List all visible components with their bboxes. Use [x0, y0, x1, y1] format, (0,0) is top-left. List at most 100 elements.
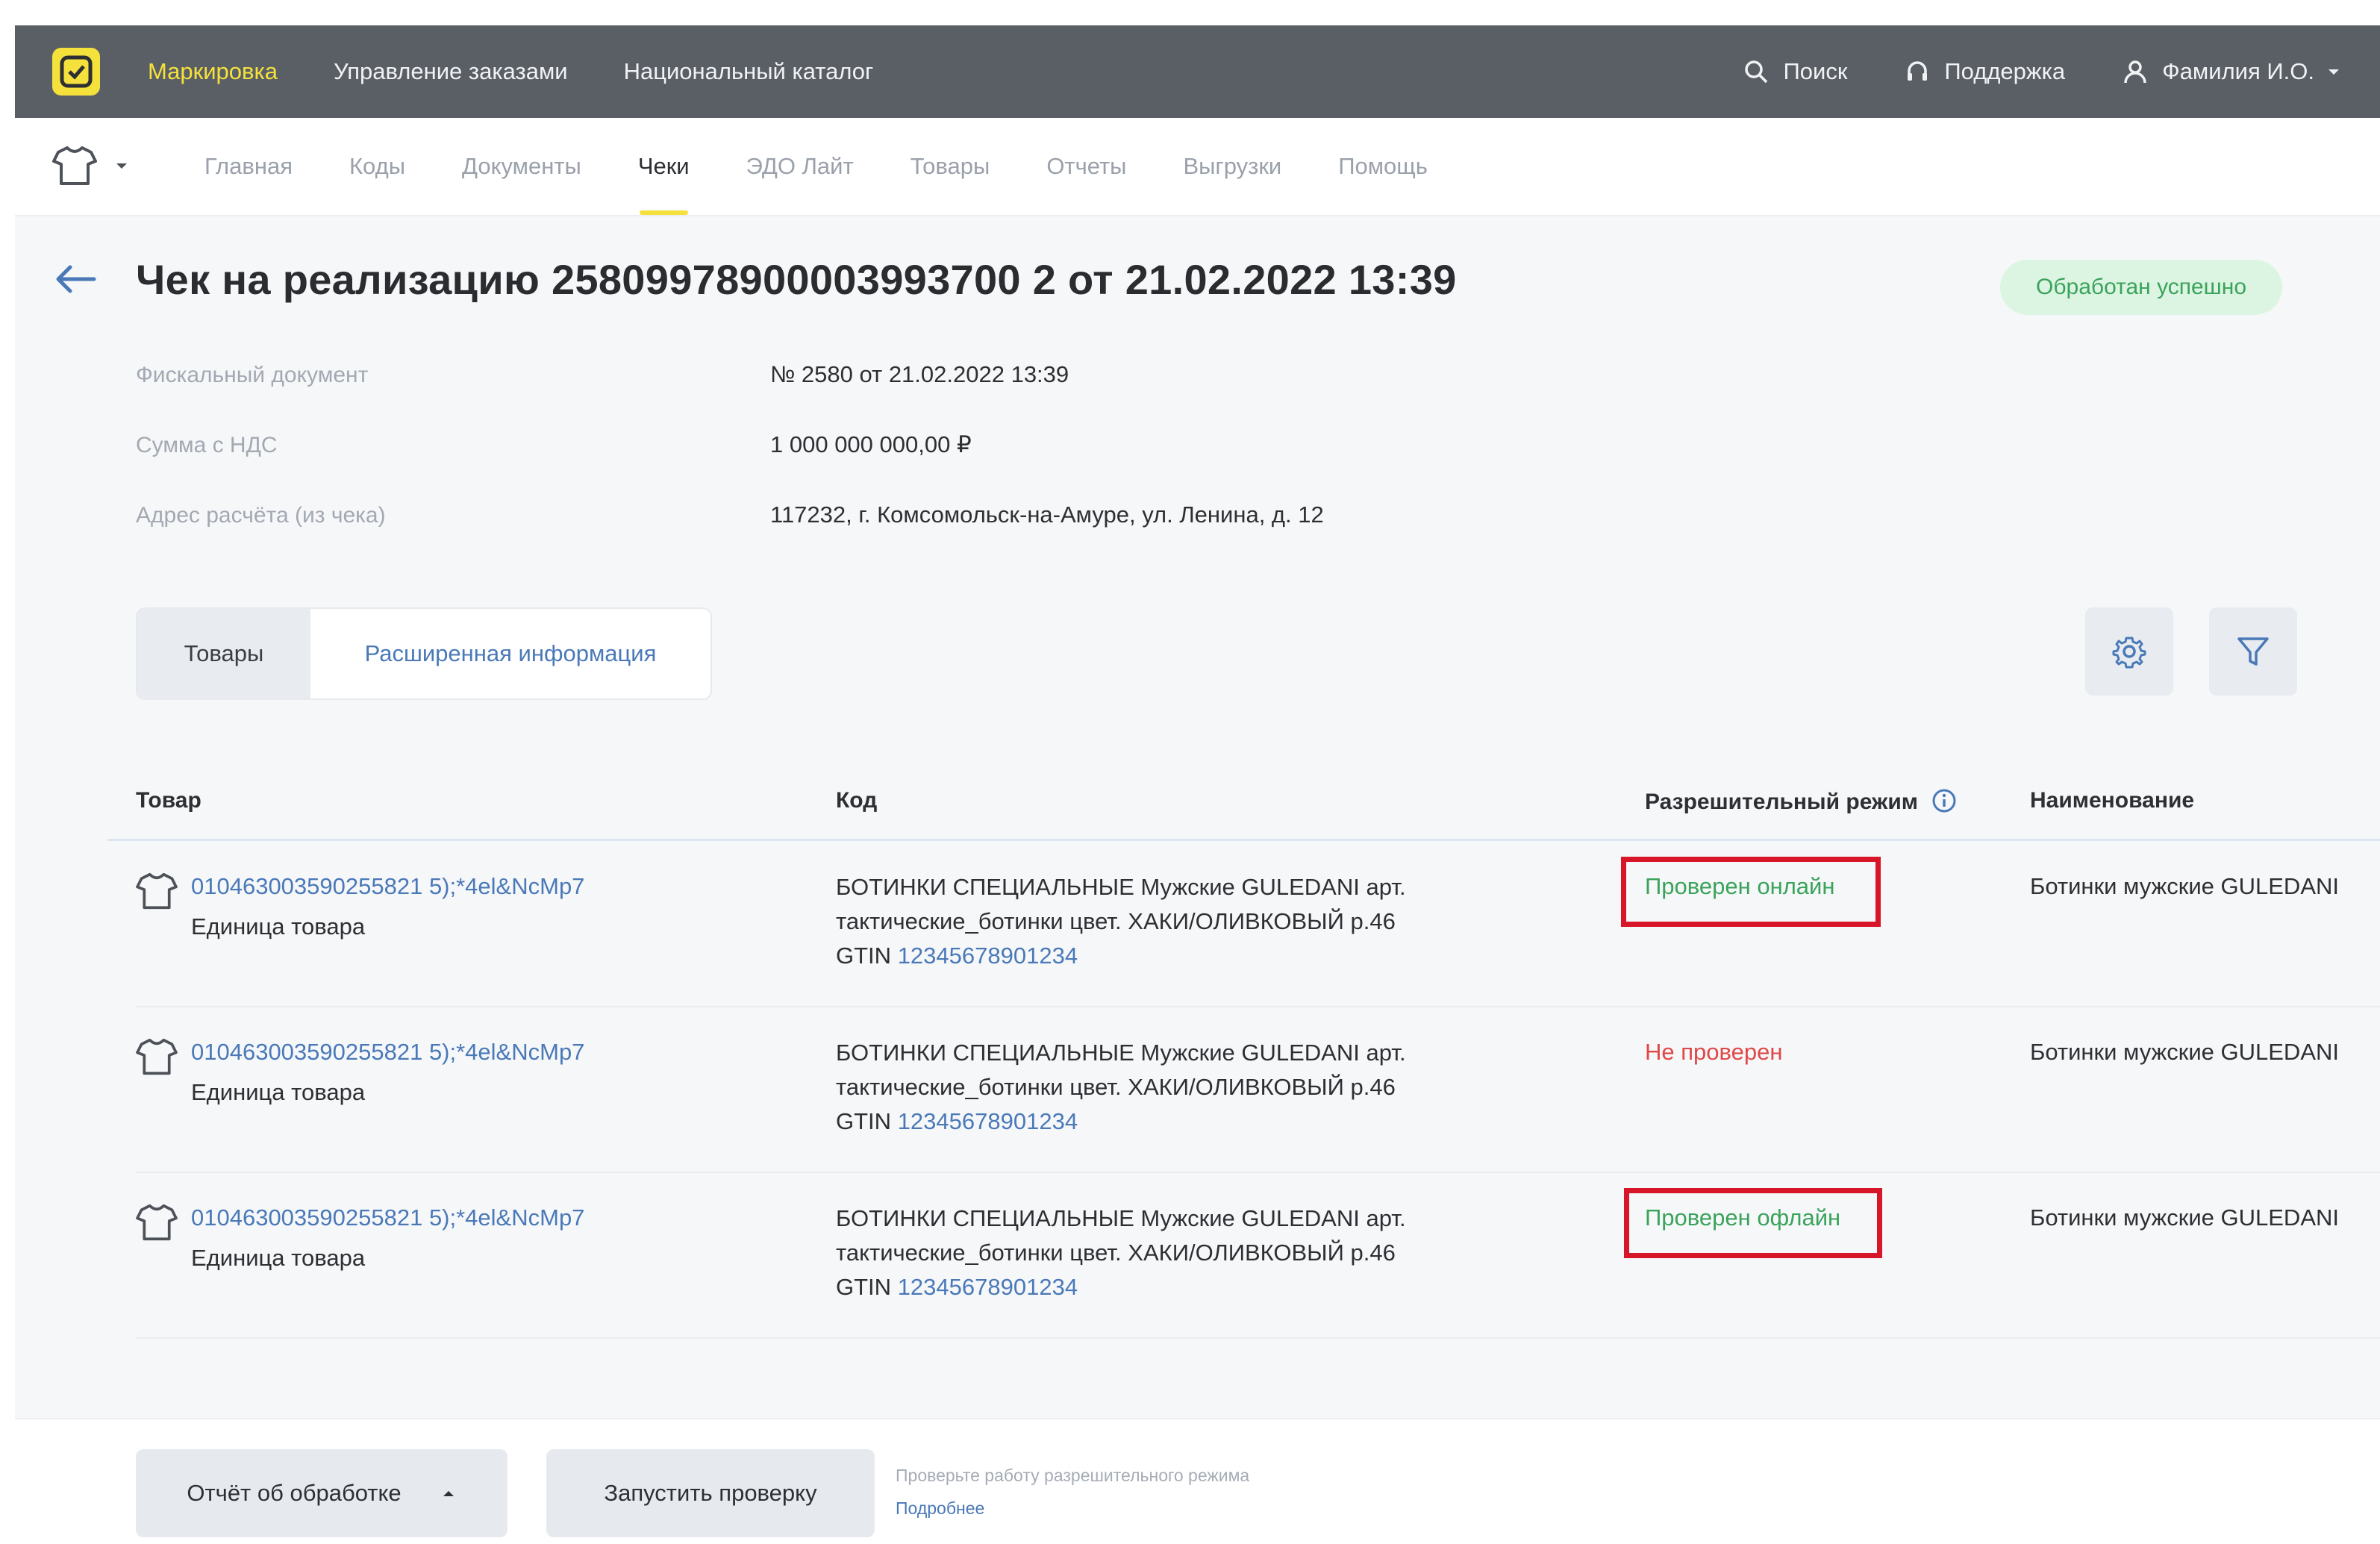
- product-name: Ботинки мужские GULEDANI: [2030, 1039, 2339, 1065]
- code-link[interactable]: 010463003590255821 5);*4el&NcMp7: [191, 873, 584, 900]
- headset-icon: [1908, 61, 1928, 81]
- support-label: Поддержка: [1944, 58, 2066, 84]
- user-icon: [2124, 60, 2146, 84]
- settings-button[interactable]: [2085, 607, 2173, 696]
- info-icon[interactable]: [1931, 788, 1957, 813]
- tab-documents[interactable]: Документы: [462, 118, 581, 215]
- col-header-permit: Разрешительный режим: [1645, 788, 1957, 815]
- desc-line-1: БОТИНКИ СПЕЦИАЛЬНЫЕ Мужские GULEDANI арт…: [836, 1205, 1406, 1231]
- col-header-product: Товар: [136, 788, 202, 813]
- product-description: БОТИНКИ СПЕЦИАЛЬНЫЕ Мужские GULEDANI арт…: [836, 1036, 1406, 1139]
- top-actions: Поиск Поддержка Фамилия И.О.: [1686, 25, 2343, 118]
- header-divider: [107, 839, 2380, 841]
- sum-value: 1 000 000 000,00 ₽: [770, 431, 972, 457]
- product-group-selector[interactable]: [52, 145, 130, 187]
- row-divider: [136, 1006, 2380, 1007]
- report-dropdown-button[interactable]: Отчёт об обработке: [136, 1449, 507, 1537]
- gear-icon: [2112, 637, 2146, 669]
- section-tabs: Главная Коды Документы Чеки ЭДО Лайт Тов…: [204, 118, 1484, 215]
- sum-label: Сумма с НДС: [136, 433, 278, 457]
- desc-line-2: тактические_ботинки цвет. ХАКИ/ОЛИВКОВЫЙ…: [836, 908, 1396, 934]
- bottom-action-bar: Отчёт об обработке Запустить проверку Пр…: [15, 1418, 2380, 1544]
- user-menu[interactable]: Фамилия И.О.: [2122, 58, 2343, 85]
- unit-label: Единица товара: [191, 1245, 366, 1271]
- unit-label: Единица товара: [191, 1079, 366, 1105]
- app-logo[interactable]: [52, 48, 100, 96]
- highlight-box: [1624, 1188, 1882, 1258]
- support-button[interactable]: Поддержка: [1904, 58, 2065, 85]
- tab-codes[interactable]: Коды: [349, 118, 405, 215]
- gtin-label: GTIN: [836, 1274, 892, 1300]
- row-divider: [136, 1172, 2380, 1173]
- run-check-button[interactable]: Запустить проверку: [546, 1449, 875, 1537]
- shirt-icon: [136, 1204, 178, 1241]
- shirt-icon: [136, 1038, 178, 1075]
- address-value: 117232, г. Комсомольск-на-Амуре, ул. Лен…: [770, 501, 1324, 528]
- address-label: Адрес расчёта (из чека): [136, 503, 386, 528]
- product-description: БОТИНКИ СПЕЦИАЛЬНЫЕ Мужские GULEDANI арт…: [836, 1201, 1406, 1304]
- status-badge: Обработан успешно: [2000, 260, 2282, 315]
- fiscal-label: Фискальный документ: [136, 363, 369, 387]
- top-nav-orders[interactable]: Управление заказами: [334, 58, 568, 85]
- filter-icon: [2237, 637, 2269, 666]
- top-bar: Маркировка Управление заказами Националь…: [15, 25, 2380, 118]
- permit-status: Не проверен: [1645, 1039, 1783, 1065]
- tab-receipts[interactable]: Чеки: [638, 118, 690, 215]
- top-nav-marking[interactable]: Маркировка: [148, 58, 278, 85]
- page-title: Чек на реализацию 25809978900003993700 2…: [136, 256, 1457, 303]
- arrow-left-icon: [56, 265, 96, 293]
- tab-goods[interactable]: Товары: [911, 118, 990, 215]
- tab-help[interactable]: Помощь: [1338, 118, 1428, 215]
- highlight-box: [1621, 857, 1881, 927]
- gtin-line: GTIN 12345678901234: [836, 1270, 1406, 1304]
- col-header-permit-label: Разрешительный режим: [1645, 790, 1918, 814]
- chevron-down-icon: [116, 163, 127, 169]
- report-label: Отчёт об обработке: [187, 1480, 402, 1506]
- unit-label: Единица товара: [191, 913, 366, 940]
- code-link[interactable]: 010463003590255821 5);*4el&NcMp7: [191, 1204, 584, 1231]
- top-nav: Маркировка Управление заказами Националь…: [148, 25, 929, 118]
- search-button[interactable]: Поиск: [1743, 58, 1847, 85]
- fiscal-value: № 2580 от 21.02.2022 13:39: [770, 361, 1069, 387]
- tab-exports[interactable]: Выгрузки: [1183, 118, 1281, 215]
- product-name: Ботинки мужские GULEDANI: [2030, 873, 2339, 899]
- shirt-icon: [136, 872, 178, 910]
- tab-main[interactable]: Главная: [204, 118, 293, 215]
- gtin-link[interactable]: 12345678901234: [898, 1274, 1078, 1300]
- segment-extended-info[interactable]: Расширенная информация: [310, 609, 710, 698]
- user-name: Фамилия И.О.: [2162, 58, 2314, 84]
- filter-button[interactable]: [2209, 607, 2297, 696]
- search-icon: [1745, 60, 1768, 84]
- shirt-icon: [52, 146, 97, 185]
- gtin-line: GTIN 12345678901234: [836, 1104, 1406, 1139]
- product-name: Ботинки мужские GULEDANI: [2030, 1204, 2339, 1231]
- col-header-name: Наименование: [2030, 788, 2195, 813]
- tab-reports[interactable]: Отчеты: [1046, 118, 1126, 215]
- more-info-link[interactable]: Подробнее: [896, 1498, 984, 1519]
- back-button[interactable]: [52, 263, 97, 299]
- gtin-label: GTIN: [836, 1108, 892, 1134]
- desc-line-2: тактические_ботинки цвет. ХАКИ/ОЛИВКОВЫЙ…: [836, 1074, 1396, 1100]
- desc-line-1: БОТИНКИ СПЕЦИАЛЬНЫЕ Мужские GULEDANI арт…: [836, 1040, 1406, 1066]
- gtin-link[interactable]: 12345678901234: [898, 1108, 1078, 1134]
- chevron-down-icon: [2329, 69, 2339, 75]
- desc-line-1: БОТИНКИ СПЕЦИАЛЬНЫЕ Мужские GULEDANI арт…: [836, 874, 1406, 900]
- code-link[interactable]: 010463003590255821 5);*4el&NcMp7: [191, 1039, 584, 1066]
- logo-icon: [60, 55, 93, 88]
- detail-tabs: Товары Расширенная информация: [136, 607, 712, 700]
- gtin-label: GTIN: [836, 943, 892, 969]
- section-nav: Главная Коды Документы Чеки ЭДО Лайт Тов…: [15, 118, 2380, 216]
- desc-line-2: тактические_ботинки цвет. ХАКИ/ОЛИВКОВЫЙ…: [836, 1240, 1396, 1266]
- search-label: Поиск: [1783, 58, 1848, 84]
- gtin-line: GTIN 12345678901234: [836, 939, 1406, 973]
- chevron-up-icon: [443, 1491, 454, 1496]
- gtin-link[interactable]: 12345678901234: [898, 943, 1078, 969]
- top-nav-catalog[interactable]: Национальный каталог: [624, 58, 874, 85]
- segment-goods[interactable]: Товары: [137, 609, 310, 698]
- hint-text: Проверьте работу разрешительного режима: [896, 1466, 1250, 1485]
- app-frame: Маркировка Управление заказами Националь…: [15, 25, 2380, 1544]
- tab-edo-lite[interactable]: ЭДО Лайт: [746, 118, 854, 215]
- col-header-code: Код: [836, 788, 878, 813]
- product-description: БОТИНКИ СПЕЦИАЛЬНЫЕ Мужские GULEDANI арт…: [836, 870, 1406, 973]
- row-divider: [136, 1337, 2380, 1339]
